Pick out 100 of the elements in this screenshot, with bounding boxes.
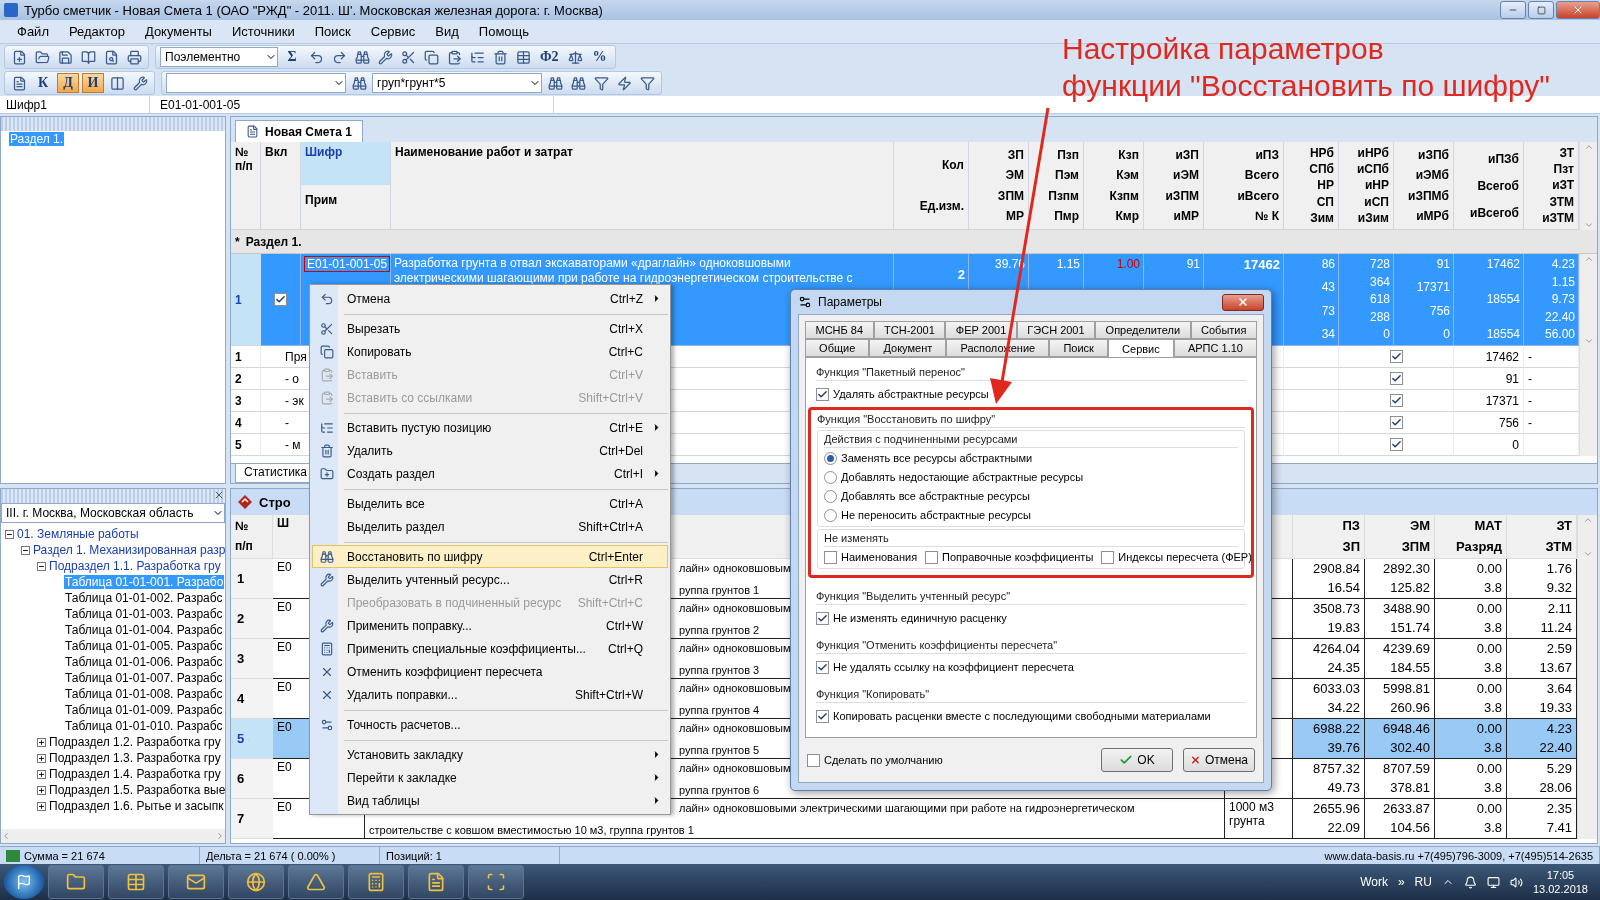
toolbar-toggle-button[interactable]: И [82,73,104,93]
checkbox[interactable] [816,709,829,723]
tree-item[interactable]: Подраздел 1.3. Разработка гру [48,751,222,765]
checkbox[interactable] [1101,550,1115,564]
user-label: Work [1360,875,1388,889]
tab[interactable]: ТСН-2001 [873,321,946,339]
collapse-icon[interactable] [37,561,46,571]
menu-item[interactable]: Помощь [469,22,539,41]
frame-icon[interactable] [468,865,524,899]
tree-item[interactable]: Подраздел 1.6. Рытье и засыпк [48,799,225,813]
tree-item[interactable]: Таблица 01-01-005. Разрабс [64,639,224,653]
tab[interactable]: Общие [805,339,870,357]
expand-icon[interactable] [37,785,46,795]
tree-item[interactable]: Таблица 01-01-002. Разрабс [64,591,224,605]
expand-icon[interactable] [37,753,46,763]
menu-item[interactable]: Сервис [361,22,425,41]
tab[interactable]: Определители [1095,321,1191,339]
checkbox[interactable] [925,550,939,564]
phi-button[interactable]: Φ2 [536,47,563,67]
radio-button[interactable] [824,451,837,465]
view-select[interactable]: Поэлементно [160,47,278,67]
menu-item[interactable]: Источники [222,22,304,41]
tab[interactable]: Сервис [1108,339,1174,357]
tree-item[interactable]: Таблица 01-01-008. Разрабс [64,687,224,701]
menu-item[interactable]: Вид [426,22,468,41]
menu-item[interactable]: Выделить все Ctrl+A [312,492,668,515]
status-text: Сумма = 21 674 [24,849,105,862]
ok-button[interactable]: OK [1101,748,1173,772]
toolbar-toggle-button[interactable]: К [32,73,54,93]
folder-icon[interactable] [48,865,104,899]
table-icon[interactable] [108,865,164,899]
expand-toolbar-button[interactable]: » [1397,875,1405,889]
close-icon[interactable] [213,489,225,501]
radio-button[interactable] [824,470,837,484]
menu-item[interactable]: Файл [8,22,58,41]
checkbox[interactable] [824,550,837,564]
tree-item[interactable]: Таблица 01-01-010. Разрабс [64,719,224,733]
tab[interactable]: Поиск [1049,339,1108,357]
tab[interactable]: ГЭСН 2001 [1016,321,1096,339]
tab[interactable]: АРПС 1.10 [1173,339,1258,357]
tab[interactable]: ФЕР 2001 [945,321,1017,339]
menu-item[interactable]: Восстановить по шифру Ctrl+Enter [312,545,668,568]
radio-button[interactable] [824,489,837,503]
checkbox[interactable] [807,753,820,767]
language-indicator[interactable]: RU [1414,875,1432,889]
scrollbar[interactable] [1579,434,1597,456]
checkbox[interactable] [1390,394,1403,407]
sum-button[interactable]: Σ [281,47,303,67]
tree-item[interactable]: Подраздел 1.1. Разработка гру [48,559,222,573]
percent-button[interactable]: % [588,47,611,67]
checkbox[interactable] [816,387,829,401]
start-button[interactable] [4,865,44,899]
tree-item[interactable]: 01. Земляные работы [16,527,140,541]
expand-icon[interactable] [37,801,46,811]
checkbox[interactable] [816,660,829,674]
document-icon[interactable] [408,865,464,899]
collapse-icon[interactable] [5,529,14,539]
tree-item[interactable]: Таблица 01-01-007. Разрабс [64,671,224,685]
expand-icon[interactable] [37,737,46,747]
tab[interactable]: События [1190,321,1257,339]
sliders-icon [320,717,334,732]
radio-button[interactable] [824,508,837,522]
mail-icon[interactable] [168,865,224,899]
maximize-button[interactable] [1528,1,1554,19]
minimize-button[interactable] [1500,1,1526,19]
globe-icon[interactable] [228,865,284,899]
checkbox[interactable] [816,611,829,625]
calculator-icon[interactable] [348,865,404,899]
network-icon[interactable] [1486,875,1500,889]
tab[interactable]: МСНБ 84 [805,321,874,339]
menu-item[interactable]: Документы [135,22,221,41]
cancel-button[interactable]: Отмена [1183,748,1255,772]
menu-item[interactable]: Поиск [305,22,360,41]
checkbox[interactable] [1390,350,1403,363]
menu-item[interactable]: Редактор [59,22,134,41]
checkbox[interactable] [1390,416,1403,429]
search-combo[interactable]: груп*грунт*5 [372,73,542,93]
collapse-icon[interactable] [21,545,30,555]
scrollbar[interactable] [1577,799,1597,839]
close-button[interactable] [1222,293,1264,311]
checkbox[interactable] [1390,372,1403,385]
tab[interactable]: Документ [869,339,947,357]
tree-item[interactable]: Подраздел 1.2. Разработка гру [48,735,222,749]
volume-icon[interactable] [1509,875,1523,889]
table-cell: 5.29 28.06 [1507,759,1577,799]
tree-item[interactable]: Таблица 01-01-009. Разрабс [64,703,224,717]
document-tab[interactable]: Новая Смета 1 [235,120,363,142]
tree-item[interactable]: Подраздел 1.5. Разработка вые [48,783,225,797]
checkbox[interactable] [1390,438,1403,451]
tree-item[interactable]: Раздел 1. Механизированная разр [32,543,225,557]
expand-icon[interactable] [37,769,46,779]
region-select[interactable]: III. г. Москва, Московская область [1,503,225,523]
tree-item[interactable]: Таблица 01-01-003. Разрабс [64,607,224,621]
notification-icon[interactable] [1463,875,1477,889]
checkbox[interactable] [274,293,287,306]
tree-item[interactable]: Подраздел 1.4. Разработка гру [48,767,222,781]
tree-item[interactable]: Таблица 01-01-004. Разрабс [64,623,224,637]
toolbar-toggle-button[interactable]: Д [57,73,79,93]
tree-item[interactable]: Таблица 01-01-006. Разрабс [64,655,224,669]
clock[interactable]: 17:05 13.02.2018 [1532,868,1588,896]
